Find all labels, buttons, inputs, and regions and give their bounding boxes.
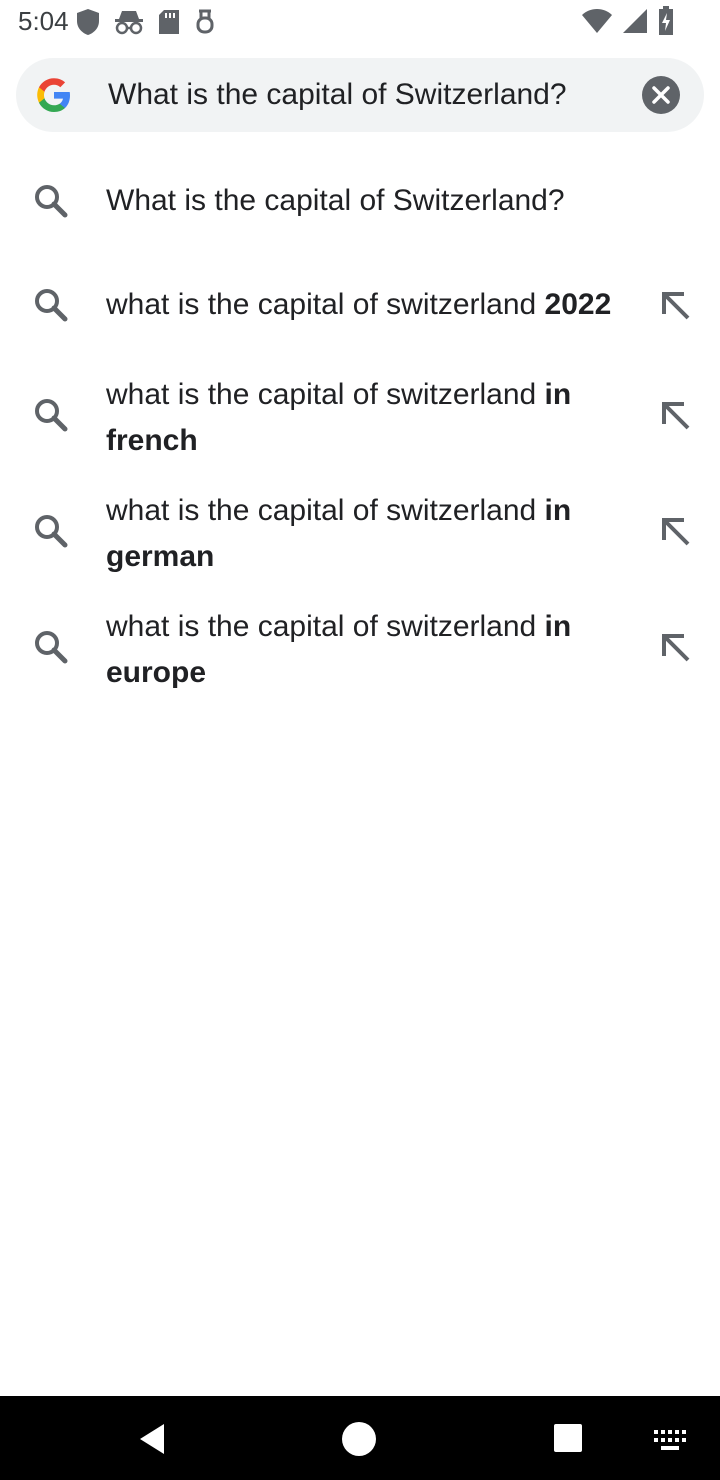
search-bar bbox=[16, 58, 704, 132]
battery-icon bbox=[659, 6, 673, 35]
wifi-icon bbox=[582, 9, 612, 33]
suggestion-text: what is the capital of switzerland in ge… bbox=[106, 494, 572, 573]
cell-signal-icon bbox=[623, 9, 647, 33]
search-icon bbox=[35, 289, 68, 322]
status-icons-right bbox=[582, 6, 674, 36]
status-bar: 5:04 bbox=[0, 0, 720, 48]
search-icon bbox=[35, 185, 68, 218]
search-icon bbox=[35, 515, 68, 548]
google-g-logo bbox=[37, 78, 70, 112]
suggestion-item[interactable]: what is the capital of switzerland in fr… bbox=[0, 368, 720, 468]
fill-query-arrow-icon[interactable] bbox=[654, 510, 698, 554]
search-icon bbox=[35, 631, 68, 664]
fill-query-arrow-icon[interactable] bbox=[654, 284, 698, 328]
shield-icon bbox=[77, 9, 99, 35]
search-icon bbox=[35, 399, 68, 432]
suggestion-item[interactable]: what is the capital of switzerland in eu… bbox=[0, 600, 720, 700]
close-icon bbox=[642, 76, 680, 114]
suggestion-item[interactable]: what is the capital of switzerland in ge… bbox=[0, 484, 720, 584]
navigation-bar bbox=[0, 1396, 720, 1480]
home-icon[interactable] bbox=[340, 1420, 378, 1458]
fill-query-arrow-icon[interactable] bbox=[654, 394, 698, 438]
keyboard-icon[interactable] bbox=[654, 1430, 686, 1452]
status-icons-left bbox=[76, 8, 216, 36]
suggestion-item[interactable]: What is the capital of Switzerland? bbox=[0, 168, 720, 234]
recents-icon[interactable] bbox=[552, 1422, 584, 1454]
back-icon[interactable] bbox=[136, 1422, 168, 1456]
sd-card-icon bbox=[159, 10, 179, 34]
usb-icon bbox=[196, 9, 214, 34]
incognito-icon bbox=[115, 11, 143, 35]
clear-search-button[interactable] bbox=[640, 74, 682, 116]
suggestion-text: What is the capital of Switzerland? bbox=[106, 184, 565, 217]
suggestion-text: what is the capital of switzerland 2022 bbox=[106, 288, 612, 321]
suggestion-text: what is the capital of switzerland in eu… bbox=[106, 610, 572, 689]
suggestion-text: what is the capital of switzerland in fr… bbox=[106, 378, 572, 457]
fill-query-arrow-icon[interactable] bbox=[654, 626, 698, 670]
suggestion-item[interactable]: what is the capital of switzerland 2022 bbox=[0, 272, 720, 338]
search-input[interactable] bbox=[106, 58, 626, 132]
status-time: 5:04 bbox=[18, 6, 69, 36]
